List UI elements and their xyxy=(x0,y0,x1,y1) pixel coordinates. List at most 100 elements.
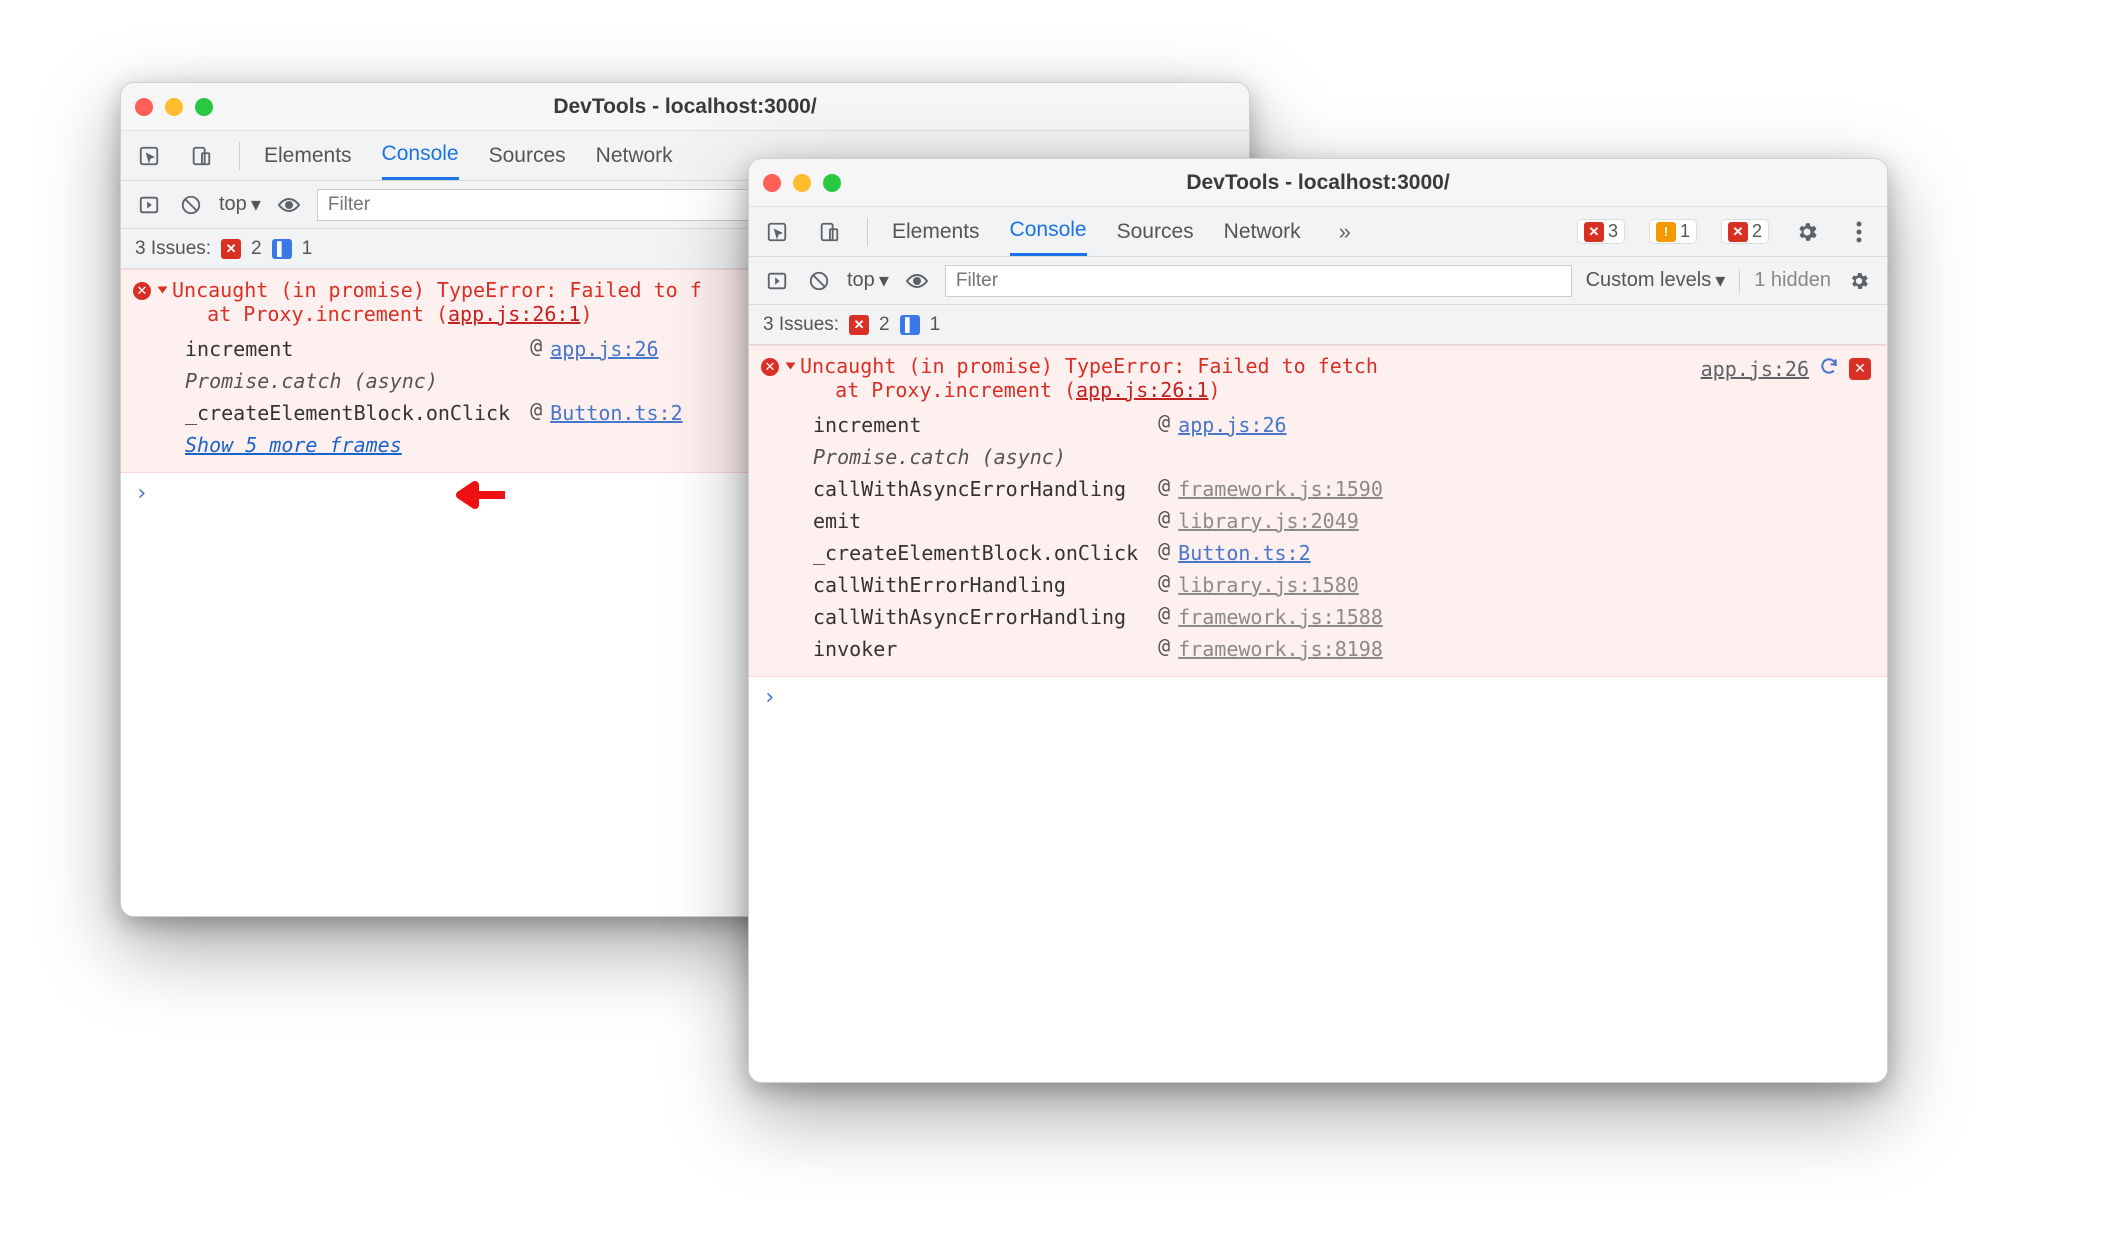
clear-console-icon[interactable] xyxy=(805,267,833,295)
source-link[interactable]: library.js:2049 xyxy=(1178,509,1359,533)
tab-sources[interactable]: Sources xyxy=(489,133,566,179)
warning-icon: ! xyxy=(1656,222,1676,242)
filter-input[interactable] xyxy=(945,265,1572,297)
overflow-icon[interactable]: » xyxy=(1331,218,1359,246)
minimize-icon[interactable] xyxy=(165,98,183,116)
device-toggle-icon[interactable] xyxy=(815,218,843,246)
context-label: top xyxy=(847,269,875,292)
stack-trace: increment@app.js:26 Promise.catch (async… xyxy=(811,408,1385,666)
error-source-link[interactable]: app.js:26:1 xyxy=(1076,378,1208,402)
issues-bar[interactable]: 3 Issues: ✕ 2 ▌ 1 xyxy=(749,305,1887,345)
divider xyxy=(1739,269,1740,293)
window-title: DevTools - localhost:3000/ xyxy=(121,95,1249,119)
error-icon: ✕ xyxy=(761,358,779,376)
chevron-down-icon: ▾ xyxy=(251,192,261,217)
source-link[interactable]: framework.js:8198 xyxy=(1178,637,1383,661)
disclosure-triangle-icon[interactable] xyxy=(786,363,796,370)
show-more-frames-link[interactable]: Show 5 more frames xyxy=(185,433,402,457)
source-link[interactable]: Button.ts:2 xyxy=(1178,541,1310,565)
tab-elements[interactable]: Elements xyxy=(264,133,352,179)
error-badge-icon: ✕ xyxy=(849,315,869,335)
tab-console[interactable]: Console xyxy=(1010,207,1087,256)
stack-frame[interactable]: increment @ app.js:26 xyxy=(185,334,683,364)
stack-frame[interactable]: invoker@framework.js:8198 xyxy=(813,634,1383,664)
sidebar-toggle-icon[interactable] xyxy=(763,267,791,295)
context-selector[interactable]: top ▾ xyxy=(847,268,889,293)
close-icon[interactable] xyxy=(763,174,781,192)
message-badge-icon: ▌ xyxy=(900,315,920,335)
issues-msg-count: 1 xyxy=(302,238,313,260)
issues-err-count: 2 xyxy=(251,238,262,260)
source-link[interactable]: framework.js:1588 xyxy=(1178,605,1383,629)
sidebar-toggle-icon[interactable] xyxy=(135,191,163,219)
minimize-icon[interactable] xyxy=(793,174,811,192)
clear-console-icon[interactable] xyxy=(177,191,205,219)
source-link[interactable]: Button.ts:2 xyxy=(550,401,682,425)
tab-network[interactable]: Network xyxy=(1224,209,1301,255)
maximize-icon[interactable] xyxy=(823,174,841,192)
source-link[interactable]: app.js:26 xyxy=(1178,413,1286,437)
titlebar[interactable]: DevTools - localhost:3000/ xyxy=(121,83,1249,131)
hidden-count[interactable]: 1 hidden xyxy=(1754,269,1831,292)
settings-icon[interactable] xyxy=(1793,218,1821,246)
window-title: DevTools - localhost:3000/ xyxy=(749,171,1887,195)
context-label: top xyxy=(219,193,247,216)
stack-frame[interactable]: callWithErrorHandling@library.js:1580 xyxy=(813,570,1383,600)
inspect-icon[interactable] xyxy=(763,218,791,246)
stack-frame[interactable]: increment@app.js:26 xyxy=(813,410,1383,440)
stack-frame-async: Promise.catch (async) xyxy=(813,442,1383,472)
tab-console[interactable]: Console xyxy=(382,131,459,180)
message-badge-icon: ▌ xyxy=(272,239,292,259)
close-icon[interactable] xyxy=(135,98,153,116)
stack-frame[interactable]: emit@library.js:2049 xyxy=(813,506,1383,536)
error-badge-icon: ✕ xyxy=(221,239,241,259)
disclosure-triangle-icon[interactable] xyxy=(158,287,168,294)
console-error-entry[interactable]: ✕ app.js:26 ✕ Uncaught (in promise) Type… xyxy=(749,345,1887,677)
traffic-lights xyxy=(135,98,213,116)
issues-label: 3 Issues: xyxy=(763,314,839,336)
context-selector[interactable]: top ▾ xyxy=(219,192,261,217)
live-expression-icon[interactable] xyxy=(903,267,931,295)
devtools-window-b: DevTools - localhost:3000/ Elements Cons… xyxy=(748,158,1888,1083)
error-count-badge[interactable]: ✕3 xyxy=(1577,219,1625,244)
tab-sources[interactable]: Sources xyxy=(1117,209,1194,255)
tab-network[interactable]: Network xyxy=(596,133,673,179)
error-icon: ✕ xyxy=(133,282,151,300)
levels-label: Custom levels xyxy=(1586,269,1712,292)
error-icon: ✕ xyxy=(1728,222,1748,242)
more-icon[interactable] xyxy=(1845,218,1873,246)
annotation-arrow-icon xyxy=(455,480,505,510)
inspect-icon[interactable] xyxy=(135,142,163,170)
stack-frame[interactable]: callWithAsyncErrorHandling@framework.js:… xyxy=(813,602,1383,632)
console-prompt[interactable]: › xyxy=(749,677,1887,718)
titlebar[interactable]: DevTools - localhost:3000/ xyxy=(749,159,1887,207)
console-output: ✕ app.js:26 ✕ Uncaught (in promise) Type… xyxy=(749,345,1887,1082)
dismiss-icon[interactable]: ✕ xyxy=(1849,358,1871,380)
stack-frame[interactable]: callWithAsyncErrorHandling@framework.js:… xyxy=(813,474,1383,504)
maximize-icon[interactable] xyxy=(195,98,213,116)
source-link[interactable]: framework.js:1590 xyxy=(1178,477,1383,501)
stack-frame[interactable]: _createElementBlock.onClick@Button.ts:2 xyxy=(813,538,1383,568)
issues-err-count: 2 xyxy=(879,314,890,336)
error-source-link[interactable]: app.js:26 xyxy=(1701,357,1809,381)
issue-count-badge[interactable]: ✕2 xyxy=(1721,219,1769,244)
console-toolbar: top ▾ Custom levels ▾ 1 hidden xyxy=(749,257,1887,305)
log-level-selector[interactable]: Custom levels ▾ xyxy=(1586,268,1726,293)
issues-msg-count: 1 xyxy=(930,314,941,336)
tab-elements[interactable]: Elements xyxy=(892,209,980,255)
traffic-lights xyxy=(763,174,841,192)
error-icon: ✕ xyxy=(1584,222,1604,242)
source-link[interactable]: library.js:1580 xyxy=(1178,573,1359,597)
reload-icon[interactable] xyxy=(1819,356,1839,381)
source-link[interactable]: app.js:26 xyxy=(550,337,658,361)
divider xyxy=(867,218,868,246)
live-expression-icon[interactable] xyxy=(275,191,303,219)
console-settings-icon[interactable] xyxy=(1845,267,1873,295)
panel-tabbar: Elements Console Sources Network » ✕3 !1… xyxy=(749,207,1887,257)
device-toggle-icon[interactable] xyxy=(187,142,215,170)
error-source-link[interactable]: app.js:26:1 xyxy=(448,302,580,326)
stack-frame[interactable]: _createElementBlock.onClick @ Button.ts:… xyxy=(185,398,683,428)
divider xyxy=(239,142,240,170)
stack-frame-async: Promise.catch (async) xyxy=(185,366,683,396)
warning-count-badge[interactable]: !1 xyxy=(1649,219,1697,244)
